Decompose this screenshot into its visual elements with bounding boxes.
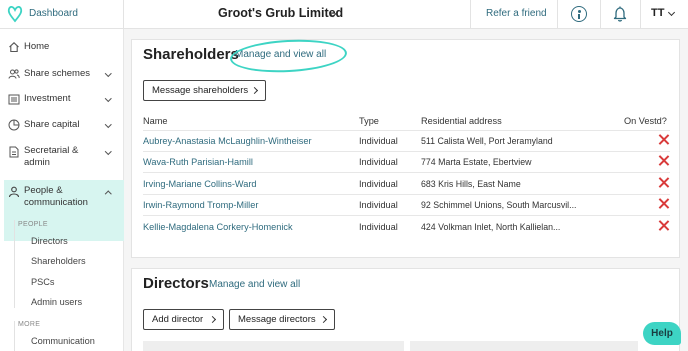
chevron-down-icon	[105, 70, 112, 77]
sidebar-item-label: Share capital	[24, 119, 80, 130]
cross-icon	[658, 155, 669, 166]
shareholder-type: Individual	[359, 200, 398, 210]
sidebar-item-shareholders[interactable]: Shareholders	[31, 256, 86, 266]
director-card-placeholder	[143, 341, 404, 351]
cross-icon	[658, 177, 669, 188]
shareholder-name-link[interactable]: Kellie-Magdalena Corkery-Homenick	[143, 222, 293, 232]
column-header-type: Type	[359, 116, 379, 126]
chevron-up-icon	[105, 191, 112, 198]
sidebar-item-directors[interactable]: Directors	[31, 236, 68, 246]
shareholder-type: Individual	[359, 222, 398, 232]
submenu-rail	[14, 321, 15, 351]
chevron-right-icon	[319, 315, 328, 324]
chevron-right-icon	[208, 315, 217, 324]
submenu-heading-people: PEOPLE	[18, 221, 48, 228]
shareholder-type: Individual	[359, 136, 398, 146]
submenu-heading-more: MORE	[18, 321, 41, 328]
shareholder-address: 424 Volkman Inlet, North Kallielan...	[421, 222, 561, 232]
divider	[600, 0, 601, 29]
sidebar-item-label: Home	[24, 41, 50, 52]
button-label: Add director	[152, 314, 204, 325]
company-switcher[interactable]: Groot's Grub Limited	[218, 6, 343, 20]
building-icon	[8, 94, 20, 105]
chevron-down-icon	[105, 148, 112, 155]
table-row: Aubrey-Anastasia McLaughlin-Wintheiser I…	[143, 131, 670, 152]
message-shareholders-button[interactable]: Message shareholders	[143, 80, 266, 101]
info-icon[interactable]	[571, 6, 587, 22]
button-label: Message directors	[238, 314, 316, 325]
shareholder-address: 683 Kris Hills, East Name	[421, 179, 521, 189]
sidebar: Home Share schemes Investment Share capi…	[0, 29, 127, 351]
sidebar-item-label: People & communication	[24, 185, 88, 208]
column-header-name: Name	[143, 116, 168, 126]
document-icon	[9, 146, 19, 158]
sidebar-item-home[interactable]: Home	[0, 36, 124, 60]
sidebar-item-label: Investment	[24, 93, 71, 104]
add-director-button[interactable]: Add director	[143, 309, 224, 330]
cross-icon	[658, 198, 669, 209]
shareholder-name-link[interactable]: Irwin-Raymond Tromp-Miller	[143, 200, 258, 210]
shareholder-name-link[interactable]: Irving-Mariane Collins-Ward	[143, 179, 257, 189]
column-header-on-vestd: On Vestd?	[624, 116, 667, 126]
shareholder-address: 511 Calista Well, Port Jeramyland	[421, 136, 553, 146]
shareholder-name-link[interactable]: Wava-Ruth Parisian-Hamill	[143, 157, 253, 167]
cross-icon	[658, 220, 669, 231]
table-row: Irving-Mariane Collins-Ward Individual 6…	[143, 174, 670, 195]
top-bar: Dashboard Groot's Grub Limited Refer a f…	[0, 0, 688, 29]
pie-chart-icon	[8, 119, 20, 131]
chevron-down-icon	[105, 121, 112, 128]
person-icon	[8, 186, 20, 198]
table-row: Wava-Ruth Parisian-Hamill Individual 774…	[143, 152, 670, 173]
user-menu[interactable]: TT	[651, 7, 664, 19]
chevron-down-icon	[105, 95, 112, 102]
chevron-down-icon[interactable]	[667, 8, 676, 17]
shareholder-address: 92 Schimmel Unions, South Marcusvil...	[421, 200, 577, 210]
divider	[470, 0, 471, 29]
table-row: Irwin-Raymond Tromp-Miller Individual 92…	[143, 195, 670, 216]
shareholder-address: 774 Marta Estate, Ebertview	[421, 157, 532, 167]
sidebar-item-label: Share schemes	[24, 68, 91, 79]
help-button[interactable]: Help	[643, 322, 681, 345]
divider	[557, 0, 558, 29]
sidebar-item-admin-users[interactable]: Admin users	[31, 297, 82, 307]
divider	[123, 0, 124, 29]
shareholder-type: Individual	[359, 157, 398, 167]
shareholder-name-link[interactable]: Aubrey-Anastasia McLaughlin-Wintheiser	[143, 136, 312, 146]
cross-icon	[658, 134, 669, 145]
table-row: Kellie-Magdalena Corkery-Homenick Indivi…	[143, 217, 670, 238]
director-card-placeholder	[410, 341, 638, 351]
submenu-rail	[14, 220, 15, 308]
shareholder-type: Individual	[359, 179, 398, 189]
shareholders-title: Shareholders	[143, 46, 239, 63]
sidebar-item-secretarial-admin[interactable]: Secretarial & admin	[0, 141, 124, 173]
message-directors-button[interactable]: Message directors	[229, 309, 335, 330]
directors-title: Directors	[143, 275, 209, 292]
sidebar-item-investment[interactable]: Investment	[0, 87, 124, 111]
home-icon	[9, 42, 19, 53]
column-header-address: Residential address	[421, 116, 502, 126]
sidebar-item-share-schemes[interactable]: Share schemes	[0, 62, 124, 86]
sidebar-item-communication[interactable]: Communication	[31, 336, 95, 346]
vestd-logo-icon[interactable]	[7, 5, 23, 23]
bell-icon[interactable]	[612, 5, 628, 23]
people-icon	[8, 69, 20, 79]
button-label: Message shareholders	[152, 85, 249, 96]
dashboard-link[interactable]: Dashboard	[29, 8, 78, 19]
refer-a-friend-link[interactable]: Refer a friend	[486, 8, 547, 19]
sidebar-item-share-capital[interactable]: Share capital	[0, 113, 124, 137]
sidebar-item-people-communication[interactable]: People & communication	[0, 181, 124, 213]
chevron-right-icon	[250, 86, 259, 95]
manage-directors-link[interactable]: Manage and view all	[209, 279, 300, 290]
sidebar-item-pscs[interactable]: PSCs	[31, 277, 55, 287]
divider	[640, 0, 641, 29]
sidebar-item-label: Secretarial & admin	[24, 145, 79, 168]
